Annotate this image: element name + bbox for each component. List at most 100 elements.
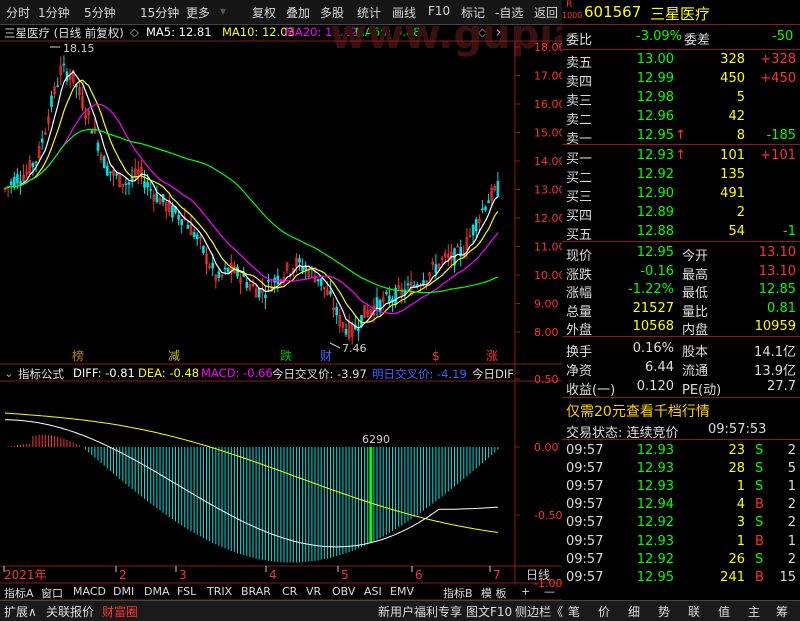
tab-emv[interactable]: EMV [390,585,414,598]
new-user-promo[interactable]: 新用户福利专享 [378,603,462,620]
macd-histogram [7,434,499,563]
related-quotes-button[interactable]: 关联报价 [46,603,94,620]
tab-15min[interactable]: 15分钟 [140,4,179,21]
tab-linked[interactable]: 联 [688,603,700,620]
price-tick: 17.00 [534,70,562,83]
tick-price: 12.92 [636,515,674,531]
remove-tab-button[interactable]: — [544,585,555,598]
event-marker[interactable]: 榜 [72,348,84,363]
tab-macd[interactable]: MACD [73,585,106,598]
wealth-circle-button[interactable]: 财富圈 [102,603,138,620]
tab-indicator-a[interactable]: 指标A [4,585,34,601]
tab-window[interactable]: 窗口 [41,585,63,601]
ask-change: +450 [760,71,796,86]
event-marker[interactable]: 减 [168,349,180,363]
price-tick: 14.00 [534,155,562,168]
f10-button[interactable]: F10 [428,4,450,18]
tab-brar[interactable]: BRAR [241,585,271,598]
date-tick: 4 [269,568,277,582]
candle-body [481,208,484,211]
indicator-header: ⌄ 指标公式 DIFF: -0.81 DEA: -0.48 MACD: -0.6… [0,366,515,382]
bid-label: 买三 [566,190,593,205]
mark-button[interactable]: 标记 [461,4,485,21]
more-button[interactable]: 更多 [186,4,210,21]
stat-label: 今开 [682,249,709,264]
tick-count: 5 [787,461,796,477]
candle-body [177,215,180,220]
tab-trend[interactable]: 势 [658,603,670,620]
tick-count: 2 [787,497,796,513]
date-tick: 2021年 [4,568,47,582]
tab-intraday[interactable]: 分时 [6,4,30,21]
tab-ticks[interactable]: 笔 [568,603,580,620]
candle-body [223,267,227,270]
tab-value[interactable]: 值 [718,603,730,620]
event-marker[interactable]: 财 [320,349,332,363]
event-marker[interactable]: 涨 [486,348,498,363]
candle-body [384,292,388,295]
tab-obv[interactable]: OBV [332,585,355,598]
tab-price[interactable]: 价 [598,603,610,620]
date-tick: 2 [119,568,127,582]
ask-change: -185 [766,128,796,143]
tick-row: 09:57 12.94 4 B 2 [562,497,800,515]
promo-text[interactable]: 仅需20元查看千档行情 [566,401,710,421]
add-tab-button[interactable]: + [521,585,530,598]
indicator-name[interactable]: 指标公式 [18,366,64,382]
tab-indicator-b[interactable]: 指标B [443,585,473,601]
candle-body [171,205,174,218]
candle-body [211,262,214,269]
tab-vr[interactable]: VR [306,585,321,598]
stat-value: 13.10 [758,263,796,279]
tab-asi[interactable]: ASI [364,585,382,598]
bid-price: 12.90 [636,186,674,201]
candle-body [474,219,478,232]
stat-row: 总量 21527 量比 0.81 [562,301,800,320]
tab-trix[interactable]: TRIX [207,585,232,598]
candle-body [245,282,249,288]
candle-body [304,266,308,270]
stat-row: 现价 12.95 今开 13.10 [562,245,800,264]
stat-value: 6.44 [645,360,674,375]
watchlist-button[interactable]: -自选 [495,4,523,21]
back-button[interactable]: 返回 [534,4,558,21]
sidebar-toggle[interactable]: 侧边栏《 [515,603,563,620]
tick-price: 12.93 [636,479,674,495]
price-axis: 18.00 17.00 16.00 15.00 14.00 13.00 12.00 11.00… [515,41,562,339]
date-tick: 3 [179,568,187,582]
stats-button[interactable]: 统计 [357,4,381,21]
draw-line-button[interactable]: 画线 [392,4,416,21]
tab-detail[interactable]: 细 [628,603,640,620]
tick-row: 09:57 12.95 241 B 15 [562,570,800,588]
tick-volume: 241 [720,569,745,585]
indicator-collapse-icon[interactable]: ⌄ [4,366,14,380]
tab-cr[interactable]: CR [282,585,297,598]
stat-row: 涨跌 -0.16 最高 13.10 [562,263,800,283]
expand-button[interactable]: 扩展∧ [4,603,37,620]
tab-fsl[interactable]: FSL [177,585,196,598]
dropdown-icon[interactable]: ▾ [220,4,226,18]
diff-label: DIFF: -0.81 [73,366,135,380]
tab-5min[interactable]: 5分钟 [84,4,116,21]
tab-1min[interactable]: 1分钟 [38,4,70,21]
tab-template[interactable]: 模 板 [481,585,507,601]
overlay-button[interactable]: 叠加 [286,4,310,21]
kline-chart[interactable]: www.gupiao.cn 18.0017.0016.0015.0014.001… [0,25,562,600]
multi-stock-button[interactable]: 多股 [320,4,344,21]
stat-value: 12.85 [758,282,796,297]
candle-body [146,181,149,188]
tick-time: 09:57 [566,443,604,458]
tab-main[interactable]: 主 [748,603,760,620]
high-note: 18.15 [50,42,95,55]
adjust-button[interactable]: 复权 [252,4,276,21]
promo-row[interactable]: 仅需20元查看千档行情 [562,401,800,421]
candle-body [335,306,339,316]
tab-dma[interactable]: DMA [144,585,170,598]
event-marker[interactable]: 跌 [280,348,292,363]
graphic-f10-button[interactable]: 图文F10 [466,603,512,620]
tab-dmi[interactable]: DMI [113,585,134,598]
event-marker[interactable]: $ [432,349,440,363]
period-label[interactable]: 日线 [526,568,550,582]
tick-price: 12.93 [636,461,674,477]
tab-chips[interactable]: 筹 [776,603,788,620]
